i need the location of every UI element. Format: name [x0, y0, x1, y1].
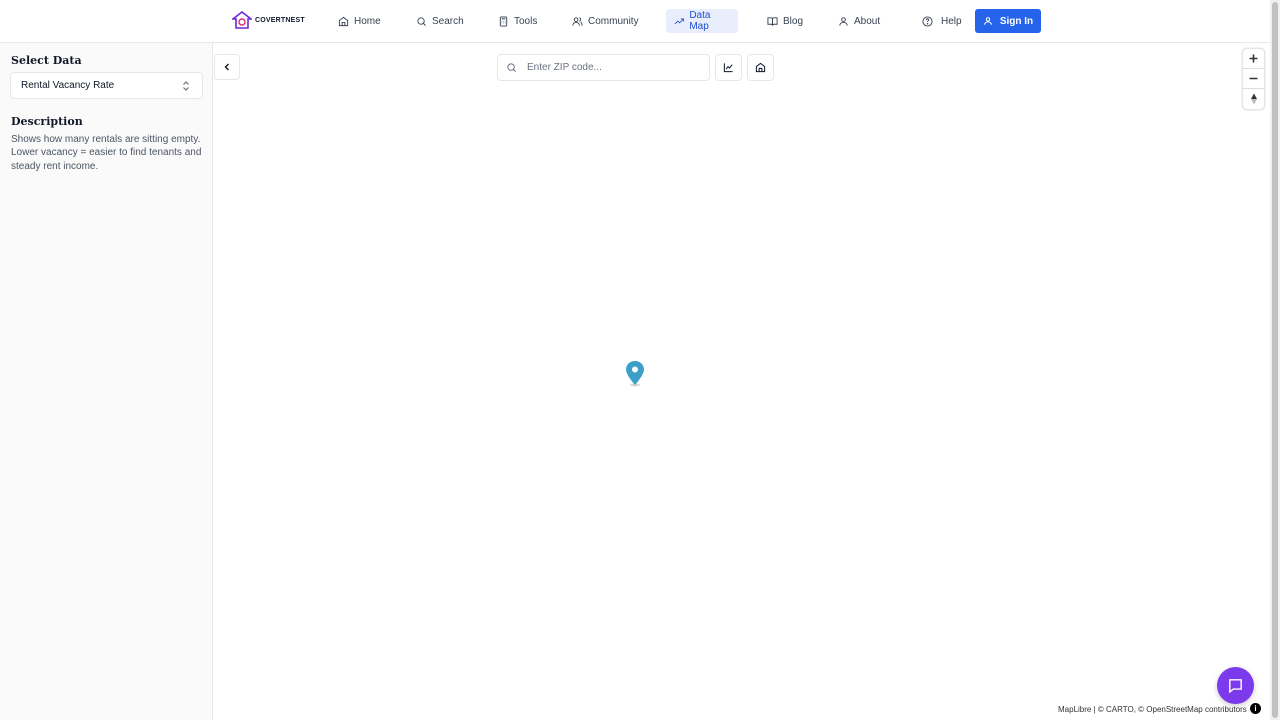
- nav-tools[interactable]: Tools: [490, 9, 545, 33]
- nav-home-label: Home: [354, 15, 381, 27]
- description-text: Shows how many rentals are sitting empty…: [11, 134, 202, 172]
- chat-button[interactable]: [1217, 667, 1254, 704]
- info-icon[interactable]: i: [1250, 703, 1261, 714]
- description-heading: Description: [11, 115, 83, 128]
- help-circle-icon: [922, 15, 933, 27]
- trending-up-icon: [674, 17, 684, 24]
- logo-icon: [232, 11, 252, 29]
- nav-blog[interactable]: Blog: [759, 9, 811, 33]
- nav-about-label: About: [854, 15, 881, 27]
- nav-tools-label: Tools: [514, 15, 538, 27]
- nav-data-map[interactable]: Data Map: [666, 9, 738, 33]
- zip-search-box[interactable]: [497, 54, 710, 81]
- nav-search[interactable]: Search: [408, 9, 472, 33]
- nav-search-label: Search: [432, 15, 464, 27]
- scrollbar-thumb[interactable]: [1272, 2, 1278, 718]
- user-icon: [983, 17, 992, 25]
- chart-toggle-button[interactable]: [715, 54, 742, 81]
- help-label: Help: [941, 15, 962, 27]
- home-icon: [755, 62, 766, 73]
- user-icon: [839, 16, 848, 26]
- search-icon: [417, 16, 426, 26]
- chevron-up-down-icon: [183, 81, 189, 91]
- compass-icon: [1250, 93, 1257, 105]
- chevron-left-icon: [224, 63, 229, 71]
- zip-search-input[interactable]: [525, 61, 699, 74]
- map-zoom-controls: [1243, 49, 1264, 109]
- search-icon: [507, 63, 516, 72]
- nav-community[interactable]: Community: [564, 9, 647, 33]
- reset-bearing-button[interactable]: [1243, 89, 1264, 109]
- line-chart-icon: [723, 63, 733, 73]
- nav-data-map-label: Data Map: [689, 10, 711, 32]
- top-nav-bar: COVERTNEST Home Search Tools Community D…: [0, 0, 1270, 43]
- nav-blog-label: Blog: [783, 15, 804, 27]
- covertnest-logo[interactable]: COVERTNEST: [232, 11, 305, 29]
- nav-community-label: Community: [588, 15, 639, 27]
- zoom-in-button[interactable]: [1243, 49, 1264, 69]
- users-icon: [572, 16, 583, 26]
- nav-home[interactable]: Home: [330, 9, 389, 33]
- map-attribution: MapLibre | © CARTO, © OpenStreetMap cont…: [1054, 702, 1251, 716]
- data-sidebar: Select Data Rental Vacancy Rate Descript…: [0, 43, 213, 720]
- dataset-select[interactable]: Rental Vacancy Rate: [10, 72, 203, 99]
- help-button[interactable]: Help: [914, 9, 970, 33]
- logo-text: COVERTNEST: [255, 16, 305, 24]
- dataset-select-value: Rental Vacancy Rate: [21, 80, 115, 91]
- minus-icon: [1249, 77, 1258, 80]
- select-data-heading: Select Data: [11, 54, 82, 67]
- map-canvas[interactable]: [214, 43, 1270, 720]
- calculator-icon: [499, 15, 508, 27]
- collapse-sidebar-button[interactable]: [214, 54, 240, 80]
- zoom-out-button[interactable]: [1243, 69, 1264, 89]
- book-icon: [767, 16, 778, 26]
- nav-about[interactable]: About: [830, 9, 888, 33]
- home-view-button[interactable]: [747, 54, 774, 81]
- sign-in-button[interactable]: Sign In: [975, 9, 1041, 33]
- location-pin-icon[interactable]: [625, 360, 645, 387]
- chat-bubble-icon: [1229, 679, 1242, 694]
- home-icon: [338, 16, 349, 26]
- sign-in-label: Sign In: [999, 15, 1034, 27]
- plus-icon: [1249, 54, 1258, 63]
